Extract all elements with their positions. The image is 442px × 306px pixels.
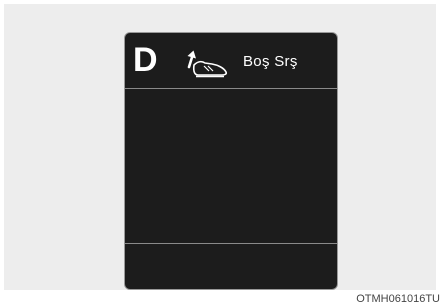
gear-indicator: D <box>133 40 158 80</box>
figure-code: OTMH061016TU <box>356 292 440 306</box>
status-bar: D Boş Srş <box>125 33 337 89</box>
coasting-message: Boş Srş <box>243 52 298 72</box>
accelerator-pedal-release-icon <box>180 45 232 81</box>
lower-info-bar <box>125 243 337 289</box>
figure-background: D Boş Srş <box>4 4 436 290</box>
instrument-cluster-display: D Boş Srş <box>124 32 338 290</box>
